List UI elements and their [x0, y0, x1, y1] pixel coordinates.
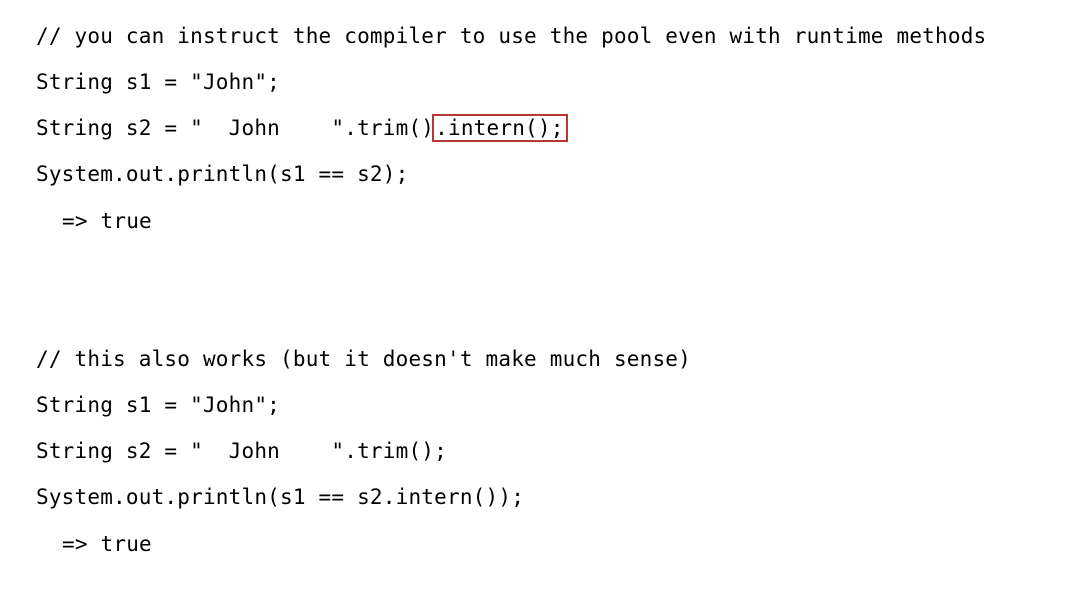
- code-line-println-1: System.out.println(s1 == s2);: [36, 162, 409, 186]
- code-line-s2-prefix: String s2 = " John ".trim(): [36, 116, 435, 140]
- code-line-s1-1: String s1 = "John";: [36, 70, 281, 94]
- result-output-2: => true: [62, 532, 152, 556]
- code-line-s2-1: String s2 = " John ".trim().intern();: [36, 114, 568, 142]
- code-line-println-2: System.out.println(s1 == s2.intern());: [36, 485, 525, 509]
- highlighted-intern-call: .intern();: [432, 114, 568, 142]
- code-line-s1-2: String s1 = "John";: [36, 393, 281, 417]
- code-comment-2: // this also works (but it doesn't make …: [36, 347, 691, 371]
- code-comment-1: // you can instruct the compiler to use …: [36, 24, 987, 48]
- result-output-1: => true: [62, 209, 152, 233]
- code-line-s2-2: String s2 = " John ".trim();: [36, 439, 447, 463]
- slide: // you can instruct the compiler to use …: [0, 0, 1078, 601]
